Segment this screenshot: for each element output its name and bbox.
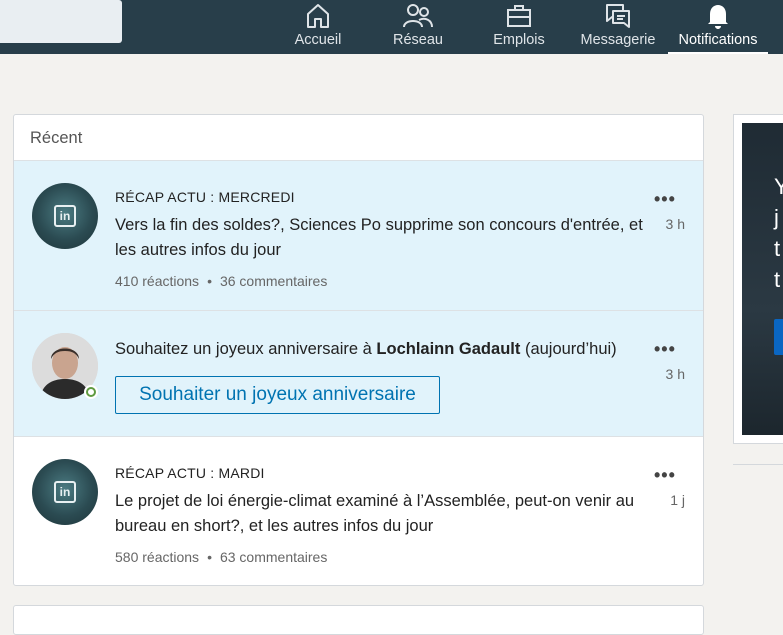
online-status-icon [84, 385, 98, 399]
comments-count[interactable]: 63 commentaires [220, 549, 327, 565]
birthday-person-name[interactable]: Lochlainn Gadault [376, 340, 520, 358]
birthday-text: Souhaitez un joyeux anniversaire à Lochl… [115, 337, 675, 362]
nav-notifications[interactable]: Notifications [668, 0, 768, 54]
nav-network[interactable]: Réseau [389, 0, 447, 54]
notification-headline[interactable]: Vers la fin des soldes?, Sciences Po sup… [115, 213, 650, 263]
nav-messaging[interactable]: Messagerie [580, 0, 656, 54]
reactions-count[interactable]: 410 réactions [115, 273, 199, 289]
sidebar-ad[interactable]: Y j t t [733, 114, 783, 444]
notification-label: RÉCAP ACTU : MERCREDI [115, 189, 295, 205]
notification-label: RÉCAP ACTU : MARDI [115, 465, 265, 481]
nav-home[interactable]: Accueil [289, 0, 347, 54]
ad-cta-button[interactable] [774, 319, 783, 355]
top-nav-bar: Accueil Réseau Emplois Messagerie Notifi… [0, 0, 783, 54]
notification-item[interactable]: in RÉCAP ACTU : MERCREDI Vers la fin des… [14, 161, 703, 311]
nav-messaging-label: Messagerie [580, 32, 656, 48]
notification-item[interactable]: Souhaitez un joyeux anniversaire à Lochl… [14, 311, 703, 437]
nav-home-label: Accueil [294, 32, 342, 48]
active-tab-indicator [668, 52, 768, 54]
ad-text-line: j [774, 205, 779, 230]
meta-separator: • [207, 549, 212, 565]
ad-text-line: t [774, 267, 781, 292]
notification-item[interactable]: in RÉCAP ACTU : MARDI Le projet de loi é… [14, 437, 703, 585]
comments-count[interactable]: 36 commentaires [220, 273, 327, 289]
ad-image: Y j t t [742, 123, 783, 435]
meta-separator: • [207, 273, 212, 289]
notification-time: 1 j [670, 492, 685, 508]
next-card [13, 605, 704, 635]
wish-birthday-button[interactable]: Souhaiter un joyeux anniversaire [115, 376, 440, 414]
search-input[interactable] [0, 0, 122, 43]
nav-notifications-label: Notifications [678, 32, 758, 48]
divider [733, 464, 783, 465]
ad-text-line: Y [774, 174, 783, 199]
card-header: Récent [14, 115, 703, 161]
more-options-icon[interactable]: ••• [654, 465, 676, 486]
nav-jobs[interactable]: Emplois [489, 0, 549, 54]
birthday-suffix: (aujourd’hui) [520, 340, 617, 358]
ad-text: Y j t t [774, 171, 783, 295]
birthday-prefix: Souhaitez un joyeux anniversaire à [115, 340, 377, 358]
notification-time: 3 h [665, 366, 685, 382]
notification-meta: 580 réactions • 63 commentaires [115, 549, 327, 565]
bell-icon [708, 5, 728, 29]
messaging-icon [606, 4, 630, 28]
avatar[interactable]: in [32, 183, 98, 249]
linkedin-logo-icon: in [54, 205, 76, 227]
more-options-icon[interactable]: ••• [654, 339, 676, 360]
nav-jobs-label: Emplois [493, 32, 545, 48]
more-options-icon[interactable]: ••• [654, 189, 676, 210]
reactions-count[interactable]: 580 réactions [115, 549, 199, 565]
notification-meta: 410 réactions • 36 commentaires [115, 273, 327, 289]
linkedin-logo-icon: in [54, 481, 76, 503]
avatar[interactable]: in [32, 459, 98, 525]
nav-network-label: Réseau [393, 32, 443, 48]
notifications-card: Récent in RÉCAP ACTU : MERCREDI Vers la … [13, 114, 704, 586]
notification-headline[interactable]: Le projet de loi énergie-climat examiné … [115, 489, 650, 539]
notification-time: 3 h [665, 216, 685, 232]
network-icon [403, 4, 433, 28]
home-icon [307, 4, 329, 28]
briefcase-icon [507, 5, 531, 27]
ad-text-line: t [774, 236, 781, 261]
